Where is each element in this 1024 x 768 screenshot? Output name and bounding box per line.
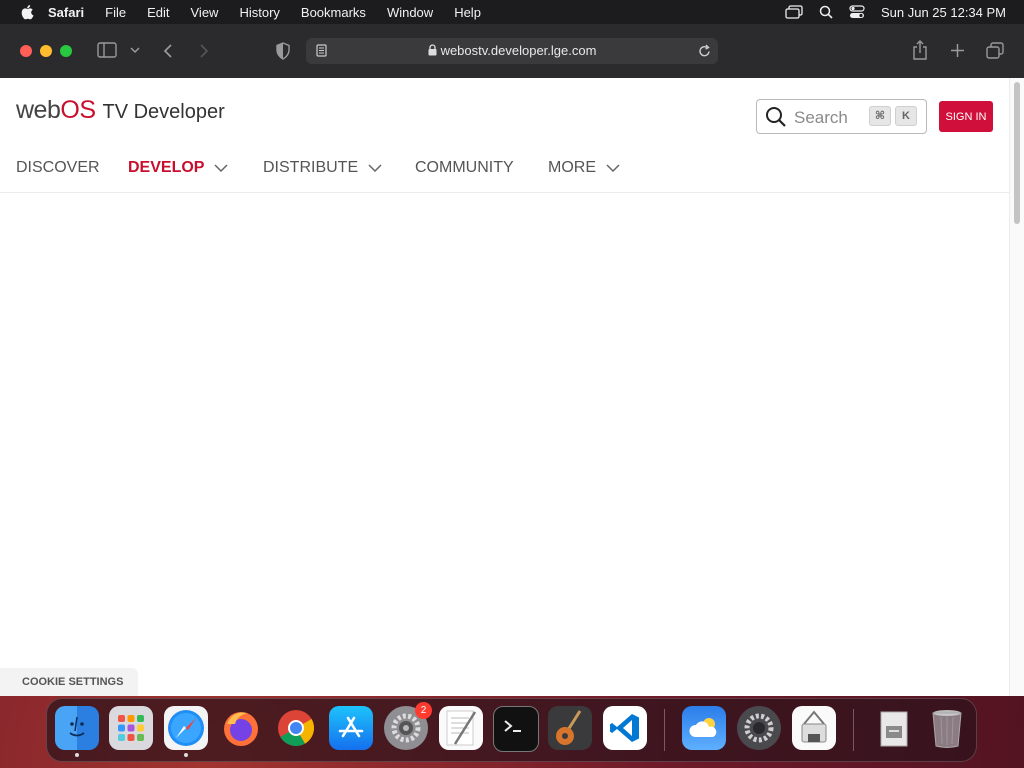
dock-trash[interactable] bbox=[925, 706, 971, 752]
logo-suffix-text: TV Developer bbox=[102, 101, 225, 123]
nav-more-label: MORE bbox=[548, 159, 596, 176]
safari-window: webostv.developer.lge.com webOS TV Develo… bbox=[0, 24, 1024, 696]
menu-bar: Safari File Edit View History Bookmarks … bbox=[0, 0, 1024, 24]
menu-bar-clock[interactable]: Sun Jun 25 12:34 PM bbox=[881, 5, 1006, 20]
safari-compass-icon bbox=[164, 706, 208, 750]
menu-bookmarks[interactable]: Bookmarks bbox=[301, 5, 366, 20]
finder-icon bbox=[55, 706, 99, 750]
new-tab-plus-icon[interactable] bbox=[950, 43, 965, 58]
vscode-icon bbox=[603, 706, 647, 750]
search-placeholder: Search bbox=[794, 108, 848, 127]
shortcut-cmd-key: ⌘ bbox=[869, 106, 891, 126]
dock-textedit[interactable] bbox=[439, 706, 485, 752]
nav-community-label: COMMUNITY bbox=[415, 159, 514, 176]
menu-edit[interactable]: Edit bbox=[147, 5, 169, 20]
downloads-folder-icon bbox=[872, 706, 916, 750]
weather-cloud-icon bbox=[682, 706, 726, 750]
close-window-button[interactable] bbox=[20, 45, 32, 57]
dock-vscode[interactable] bbox=[603, 706, 649, 752]
nav-community[interactable]: COMMUNITY bbox=[415, 159, 514, 177]
screen-mirroring-icon[interactable] bbox=[785, 5, 803, 19]
dock-downloads[interactable] bbox=[872, 706, 918, 752]
nav-more[interactable]: MORE bbox=[548, 159, 620, 177]
logo-web-text: web bbox=[16, 96, 61, 124]
firefox-icon bbox=[219, 706, 263, 750]
dock-terminal[interactable] bbox=[493, 706, 539, 752]
share-icon[interactable] bbox=[912, 40, 928, 60]
back-arrow-icon[interactable] bbox=[163, 43, 173, 59]
site-search-input[interactable]: Search ⌘ K bbox=[756, 99, 927, 134]
tab-overview-icon[interactable] bbox=[986, 42, 1004, 59]
privacy-shield-icon[interactable] bbox=[275, 42, 291, 60]
menu-window[interactable]: Window bbox=[387, 5, 433, 20]
dock-garageband[interactable] bbox=[548, 706, 594, 752]
running-indicator bbox=[184, 753, 188, 757]
browser-toolbar: webostv.developer.lge.com bbox=[0, 24, 1024, 79]
tab-group-chevron-icon[interactable] bbox=[130, 46, 140, 54]
settings-gear-icon bbox=[737, 706, 781, 750]
dock-archive-utility[interactable] bbox=[792, 706, 838, 752]
dock-finder[interactable] bbox=[55, 706, 101, 757]
notification-badge: 2 bbox=[415, 702, 432, 719]
secure-lock-icon bbox=[428, 44, 437, 59]
nav-develop[interactable]: DEVELOP bbox=[128, 159, 228, 177]
dock-system-settings[interactable] bbox=[737, 706, 783, 752]
trash-icon bbox=[925, 706, 969, 750]
terminal-icon bbox=[493, 706, 539, 752]
main-navigation: DISCOVER DEVELOP DISTRIBUTE COMMUNITY MO… bbox=[0, 156, 1010, 193]
menu-help[interactable]: Help bbox=[454, 5, 481, 20]
running-indicator bbox=[75, 753, 79, 757]
dock-system-preferences[interactable]: 2 bbox=[384, 702, 432, 752]
archive-utility-icon bbox=[792, 706, 836, 750]
launchpad-icon bbox=[109, 706, 153, 750]
dock-chrome[interactable] bbox=[274, 706, 320, 752]
nav-distribute[interactable]: DISTRIBUTE bbox=[263, 159, 382, 177]
fullscreen-window-button[interactable] bbox=[60, 45, 72, 57]
search-icon bbox=[765, 106, 787, 133]
dock-app-store[interactable] bbox=[329, 706, 375, 752]
menu-history[interactable]: History bbox=[239, 5, 279, 20]
dock-firefox[interactable] bbox=[219, 706, 265, 752]
sidebar-toggle-icon[interactable] bbox=[97, 42, 117, 58]
dock-weather[interactable] bbox=[682, 706, 728, 752]
logo-os-text: OS bbox=[60, 96, 96, 124]
spotlight-search-icon[interactable] bbox=[819, 5, 833, 19]
menu-app-name[interactable]: Safari bbox=[48, 5, 84, 20]
app-store-icon bbox=[329, 706, 373, 750]
url-text[interactable]: webostv.developer.lge.com bbox=[441, 43, 597, 58]
dock-separator bbox=[664, 709, 665, 751]
webpage-content: webOS TV Developer Search ⌘ K SIGN IN DIS… bbox=[0, 78, 1010, 696]
apple-menu-icon[interactable] bbox=[20, 4, 34, 20]
chevron-down-icon bbox=[606, 164, 620, 172]
nav-discover-label: DISCOVER bbox=[16, 159, 100, 176]
chevron-down-icon bbox=[214, 164, 228, 172]
nav-discover[interactable]: DISCOVER bbox=[16, 159, 100, 177]
cookie-settings-button[interactable]: COOKIE SETTINGS bbox=[0, 668, 138, 696]
forward-arrow-icon[interactable] bbox=[199, 43, 209, 59]
webos-tv-developer-logo[interactable]: webOS TV Developer bbox=[16, 96, 225, 125]
page-scrollbar[interactable] bbox=[1009, 78, 1024, 696]
dock: 2 bbox=[46, 698, 977, 762]
scrollbar-thumb[interactable] bbox=[1014, 82, 1020, 224]
menu-view[interactable]: View bbox=[191, 5, 219, 20]
dock-launchpad[interactable] bbox=[109, 706, 155, 752]
shortcut-k-key: K bbox=[895, 106, 917, 126]
address-bar[interactable]: webostv.developer.lge.com bbox=[306, 38, 718, 64]
control-center-icon[interactable] bbox=[849, 5, 865, 19]
menu-file[interactable]: File bbox=[105, 5, 126, 20]
sign-in-button[interactable]: SIGN IN bbox=[939, 101, 993, 132]
reload-icon[interactable] bbox=[698, 44, 711, 58]
dock-safari[interactable] bbox=[164, 706, 210, 757]
chevron-down-icon bbox=[368, 164, 382, 172]
garageband-guitar-icon bbox=[548, 706, 592, 750]
textedit-icon bbox=[439, 706, 483, 750]
nav-develop-label: DEVELOP bbox=[128, 159, 205, 176]
nav-distribute-label: DISTRIBUTE bbox=[263, 159, 359, 176]
chrome-icon bbox=[274, 706, 318, 750]
dock-separator bbox=[853, 709, 854, 751]
minimize-window-button[interactable] bbox=[40, 45, 52, 57]
